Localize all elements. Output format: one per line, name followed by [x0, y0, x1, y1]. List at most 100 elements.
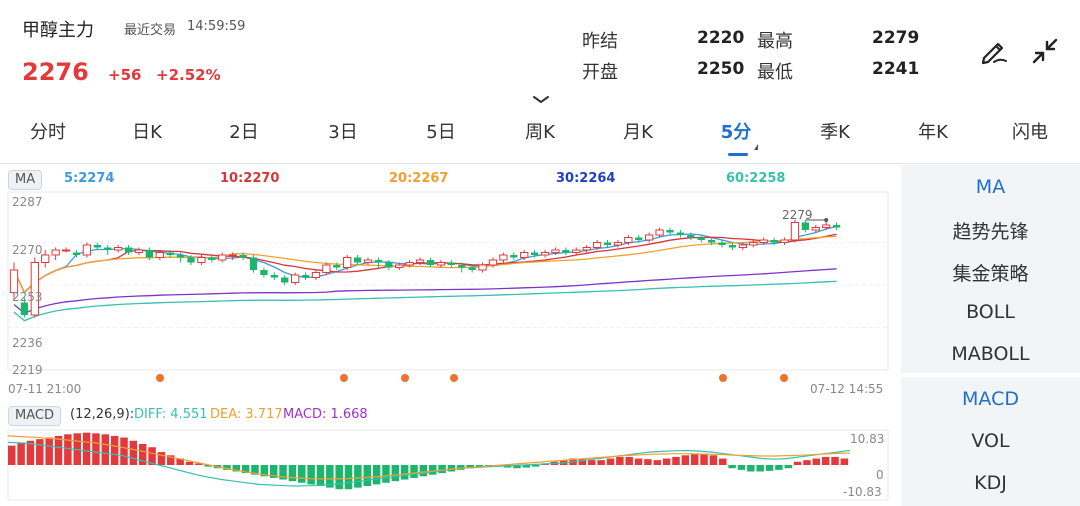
- macd-bar: [45, 437, 53, 465]
- candle-body: [311, 272, 321, 278]
- signal-dot: [450, 374, 458, 382]
- tab-3day[interactable]: 3日: [328, 118, 357, 144]
- candle-body: [447, 262, 455, 265]
- indicator-macd[interactable]: MACD: [901, 388, 1080, 410]
- tab-monthly[interactable]: 月K: [623, 118, 653, 144]
- tab-daily[interactable]: 日K: [132, 118, 162, 144]
- tab-yearly[interactable]: 年K: [918, 118, 948, 144]
- price-change: +56: [108, 66, 142, 84]
- macd-bar: [821, 456, 830, 465]
- macd-bar: [429, 465, 437, 475]
- indicator-ma[interactable]: MA: [901, 176, 1080, 198]
- candle-body: [811, 227, 820, 231]
- prev-settle-label: 昨结: [582, 31, 618, 52]
- candle-body: [562, 250, 570, 253]
- candle-body: [613, 242, 623, 246]
- candle-body: [176, 255, 185, 258]
- candle-body: [290, 274, 300, 283]
- macd-bar: [690, 453, 699, 465]
- time-axis-end: 07-12 14:55: [810, 382, 884, 396]
- draw-pen-icon[interactable]: [980, 36, 1010, 66]
- tab-intraday[interactable]: 分时: [30, 118, 66, 144]
- indicator-kdj[interactable]: KDJ: [901, 472, 1080, 494]
- macd-bar: [709, 455, 718, 465]
- macd-bar: [185, 461, 194, 465]
- macd-bar: [36, 439, 44, 465]
- macd-bar: [92, 433, 100, 465]
- indicator-side-panel: MA 趋势先锋 集金策略 BOLL MABOLL MACD VOL KDJ: [901, 165, 1080, 506]
- macd-bar: [737, 465, 746, 470]
- collapse-icon[interactable]: [1030, 36, 1060, 66]
- candle-body: [197, 257, 206, 263]
- macd-bar: [588, 460, 596, 465]
- indicator-boll[interactable]: BOLL: [901, 301, 1080, 323]
- candle-body: [801, 222, 809, 230]
- main-chart-frame: [7, 191, 889, 371]
- open-label: 开盘: [582, 62, 618, 83]
- high-value: 2279: [872, 28, 920, 48]
- candle-body: [488, 259, 498, 266]
- macd-bar: [784, 465, 792, 469]
- candle-body: [218, 254, 227, 261]
- ma-indicator-tag[interactable]: MA: [8, 170, 43, 190]
- tab-5day[interactable]: 5日: [426, 118, 455, 144]
- open-value: 2250: [697, 59, 745, 79]
- candle-body: [395, 264, 404, 268]
- price-axis-label: 2236: [12, 336, 43, 350]
- candle-body: [104, 247, 112, 250]
- candle-body: [603, 242, 612, 245]
- kline-chart[interactable]: [0, 190, 900, 506]
- candle-body: [718, 242, 726, 245]
- low-label: 最低: [757, 62, 793, 83]
- candle-body: [353, 257, 362, 263]
- signal-dot: [719, 374, 727, 382]
- macd-bar: [101, 434, 110, 465]
- indicator-vol[interactable]: VOL: [901, 430, 1080, 452]
- candle-body: [374, 260, 383, 263]
- candle-body: [645, 234, 654, 241]
- candle-body: [759, 239, 768, 243]
- macd-bar: [756, 465, 764, 472]
- signal-dot: [780, 374, 788, 382]
- candle-body: [134, 249, 144, 253]
- indicator-strategy[interactable]: 集金策略: [901, 259, 1080, 286]
- macd-indicator-tag[interactable]: MACD: [8, 406, 61, 426]
- tab-2day[interactable]: 2日: [229, 118, 258, 144]
- tab-quarterly[interactable]: 季K: [820, 118, 850, 144]
- macd-diff: DIFF: 4.551: [134, 407, 208, 422]
- ma30-line: [13, 268, 837, 314]
- last-trade-label: 最近交易: [124, 23, 177, 38]
- tab-tick[interactable]: 闪电: [1012, 118, 1048, 144]
- macd-value: MACD: 1.668: [283, 407, 368, 422]
- low-value: 2241: [872, 59, 920, 79]
- candle-body: [333, 265, 341, 268]
- candle-body: [145, 250, 154, 258]
- tab-weekly[interactable]: 周K: [525, 118, 555, 144]
- macd-bar: [382, 465, 390, 483]
- macd-bar: [335, 465, 343, 490]
- chevron-down-icon[interactable]: [532, 90, 550, 104]
- candle-body: [187, 257, 195, 263]
- macd-bar: [803, 460, 811, 465]
- candle-body: [301, 275, 310, 278]
- tab-5min[interactable]: 5分: [721, 118, 752, 144]
- ma5-line: [13, 225, 837, 294]
- candle-body: [655, 229, 664, 236]
- indicator-maboll[interactable]: MABOLL: [901, 343, 1080, 365]
- ma60-line: [13, 280, 837, 322]
- macd-bar: [672, 456, 680, 465]
- signal-dot: [401, 374, 409, 382]
- macd-bar: [64, 434, 72, 465]
- last-price: 2276: [22, 58, 89, 86]
- indicator-trend[interactable]: 趋势先锋: [901, 217, 1080, 244]
- tab-dropdown-icon[interactable]: [754, 144, 758, 150]
- macd-bar: [157, 452, 166, 465]
- macd-bar: [625, 456, 633, 465]
- candle-body: [676, 232, 685, 235]
- candle-body: [41, 254, 50, 263]
- candle-body: [20, 302, 29, 315]
- candle-body: [363, 259, 373, 263]
- macd-bar: [17, 442, 25, 465]
- ma5-value: 5:2274: [64, 171, 115, 186]
- macd-axis-label: 0: [876, 468, 884, 482]
